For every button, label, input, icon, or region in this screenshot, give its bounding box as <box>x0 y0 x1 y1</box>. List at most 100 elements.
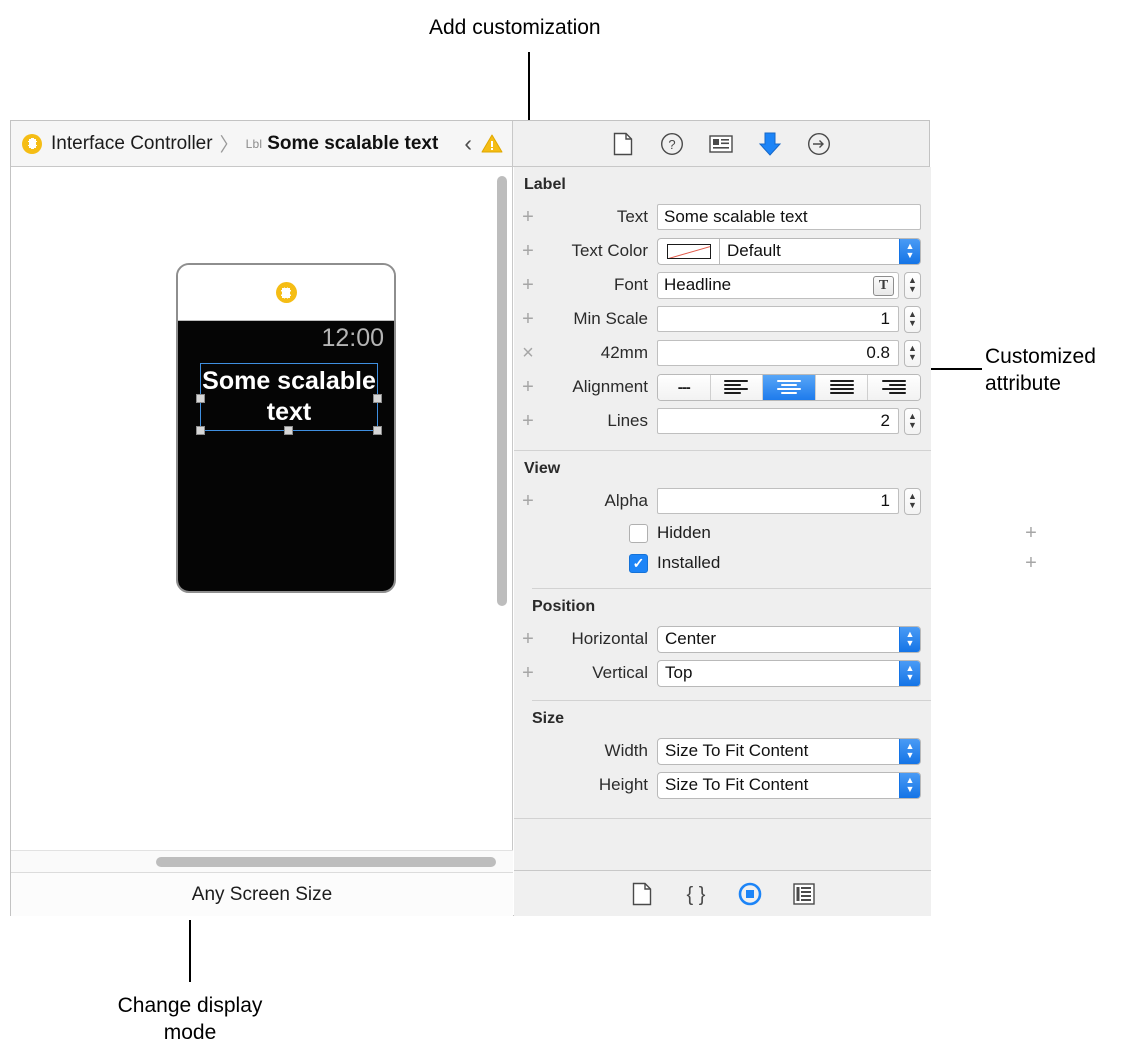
alignment-segment-left[interactable] <box>710 374 764 400</box>
row-label-alignment: Alignment <box>572 377 648 396</box>
attributes-inspector-icon[interactable] <box>757 131 783 157</box>
object-library-icon[interactable] <box>737 881 763 907</box>
min-scale-stepper[interactable]: ▲ ▼ <box>904 305 921 333</box>
installed-checkbox[interactable]: ✓ <box>629 553 648 573</box>
lines-input[interactable]: 2 <box>657 408 899 434</box>
row-label-horizontal: Horizontal <box>571 629 648 648</box>
row-hidden: + Hidden <box>514 518 1037 548</box>
identity-inspector-icon[interactable] <box>708 131 734 157</box>
vertical-position-select[interactable]: Top ▲ ▼ <box>657 659 921 687</box>
display-mode-label[interactable]: Any Screen Size <box>192 884 332 906</box>
callout-change-display-mode: Change display mode <box>117 994 263 1044</box>
add-customization-button-min-scale[interactable]: + <box>514 309 542 329</box>
warning-triangle-icon[interactable] <box>481 134 503 153</box>
add-customization-button-text-color[interactable]: + <box>514 241 542 261</box>
min-scale-input[interactable]: 1 <box>657 306 899 332</box>
42mm-min-scale-stepper[interactable]: ▲ ▼ <box>904 339 921 367</box>
resize-handle-bottom-left[interactable] <box>196 426 205 435</box>
jump-bar-object-kind: Lbl <box>245 136 263 151</box>
row-label-height: Height <box>598 775 648 794</box>
installed-label: Installed <box>657 553 721 572</box>
jump-bar[interactable]: Interface Controller 〉 Lbl Some scalable… <box>11 121 520 167</box>
selected-label-element[interactable]: Some scalable text <box>196 363 382 435</box>
media-library-icon[interactable] <box>791 881 817 907</box>
watch-scene-header <box>178 265 394 321</box>
section-title-label: Label <box>524 176 566 193</box>
alignment-segment-none[interactable]: --- <box>658 374 711 400</box>
add-customization-button-text[interactable]: + <box>514 207 542 227</box>
jump-bar-scene-label[interactable]: Interface Controller <box>51 133 213 155</box>
alpha-stepper[interactable]: ▲ ▼ <box>904 487 921 515</box>
width-adorn-spacer: + <box>514 741 542 761</box>
font-picker-icon[interactable]: T <box>873 275 894 296</box>
add-customization-button-horizontal[interactable]: + <box>514 629 542 649</box>
jump-bar-object-label[interactable]: Some scalable text <box>267 133 438 155</box>
quick-help-inspector-icon[interactable]: ? <box>659 131 685 157</box>
resize-handle-middle-right[interactable] <box>373 394 382 403</box>
remove-customization-button-42mm[interactable]: × <box>514 343 542 363</box>
resize-handle-bottom-right[interactable] <box>373 426 382 435</box>
label-text: Some scalable text <box>202 367 376 426</box>
height-value: Size To Fit Content <box>665 775 809 794</box>
color-well[interactable] <box>657 237 719 265</box>
alignment-segmented-control: --- <box>657 373 921 401</box>
alignment-segment-justified[interactable] <box>868 374 920 400</box>
canvas-horizontal-scrollbar-track <box>11 850 513 872</box>
add-customization-button-vertical[interactable]: + <box>514 663 542 683</box>
alpha-input[interactable]: 1 <box>657 488 899 514</box>
row-height: + Height Size To Fit Content ▲▼ <box>514 768 931 802</box>
divider-inspector-bottom <box>514 818 931 819</box>
alignment-segment-center[interactable] <box>763 374 816 400</box>
chevron-updown-icon: ▲ ▼ <box>899 626 920 652</box>
file-inspector-icon[interactable] <box>610 131 636 157</box>
row-42mm: × 42mm 0.8 ▲ ▼ <box>514 336 931 370</box>
42mm-min-scale-input[interactable]: 0.8 <box>657 340 899 366</box>
add-customization-button-font[interactable]: + <box>514 275 542 295</box>
attributes-inspector-body: Label + Text Some scalable text + Text C… <box>514 167 1037 870</box>
resize-handle-middle-left[interactable] <box>196 394 205 403</box>
text-input[interactable]: Some scalable text <box>657 204 921 230</box>
lines-stepper[interactable]: ▲ ▼ <box>904 407 921 435</box>
row-label-min-scale: Min Scale <box>573 309 648 328</box>
text-color-select[interactable]: Default ▲ ▼ <box>719 237 921 265</box>
code-snippet-library-icon[interactable]: { } <box>683 881 709 907</box>
height-select[interactable]: Size To Fit Content ▲ ▼ <box>657 771 921 799</box>
width-value: Size To Fit Content <box>665 741 809 760</box>
xcode-editor-window: Interface Controller 〉 Lbl Some scalable… <box>10 120 1037 916</box>
add-customization-button-alpha[interactable]: + <box>514 491 542 511</box>
row-label-text: Text <box>616 207 648 226</box>
interface-controller-icon <box>22 133 42 154</box>
font-input[interactable]: Headline T <box>657 271 899 299</box>
row-min-scale: + Min Scale 1 ▲ ▼ <box>514 302 931 336</box>
row-font: + Font Headline T ▲ ▼ <box>514 268 931 302</box>
width-select[interactable]: Size To Fit Content ▲ ▼ <box>657 737 921 765</box>
connections-inspector-icon[interactable] <box>806 131 832 157</box>
file-template-library-icon[interactable] <box>629 881 655 907</box>
watch-screen[interactable]: 12:00 Some scalable text <box>178 321 394 591</box>
section-title-position: Position <box>532 598 596 615</box>
row-lines: + Lines 2 ▲ ▼ <box>514 404 931 438</box>
canvas-horizontal-scrollbar[interactable] <box>156 857 496 867</box>
svg-text:{ }: { } <box>686 884 705 906</box>
row-alpha: + Alpha 1 ▲ ▼ <box>514 484 931 518</box>
text-color-select-value: Default <box>727 241 781 260</box>
add-customization-button-lines[interactable]: + <box>514 411 542 431</box>
row-label-width: Width <box>604 741 648 760</box>
callout-customized-attribute: Customized attribute <box>985 345 1096 395</box>
hidden-checkbox[interactable] <box>629 523 648 543</box>
interface-builder-canvas[interactable]: 12:00 Some scalable text Any Screen Size <box>11 167 513 916</box>
row-vertical: + Vertical Top ▲ ▼ <box>514 656 931 690</box>
canvas-vertical-scrollbar[interactable] <box>497 176 507 606</box>
inspector-selector-bar: ? <box>513 121 929 167</box>
horizontal-position-select[interactable]: Center ▲ ▼ <box>657 625 921 653</box>
watch-scene-preview[interactable]: 12:00 Some scalable text <box>176 263 396 593</box>
resize-handle-bottom-center[interactable] <box>284 426 293 435</box>
previous-issue-button[interactable]: ‹ <box>460 132 476 155</box>
chevron-updown-icon: ▲ ▼ <box>899 738 920 764</box>
section-title-view: View <box>524 460 561 477</box>
add-customization-button-alignment[interactable]: + <box>514 377 542 397</box>
font-stepper[interactable]: ▲ ▼ <box>904 271 921 299</box>
chevron-updown-icon: ▲ ▼ <box>899 772 920 798</box>
display-mode-bar[interactable]: Any Screen Size <box>11 872 513 916</box>
alignment-segment-right[interactable] <box>815 374 869 400</box>
